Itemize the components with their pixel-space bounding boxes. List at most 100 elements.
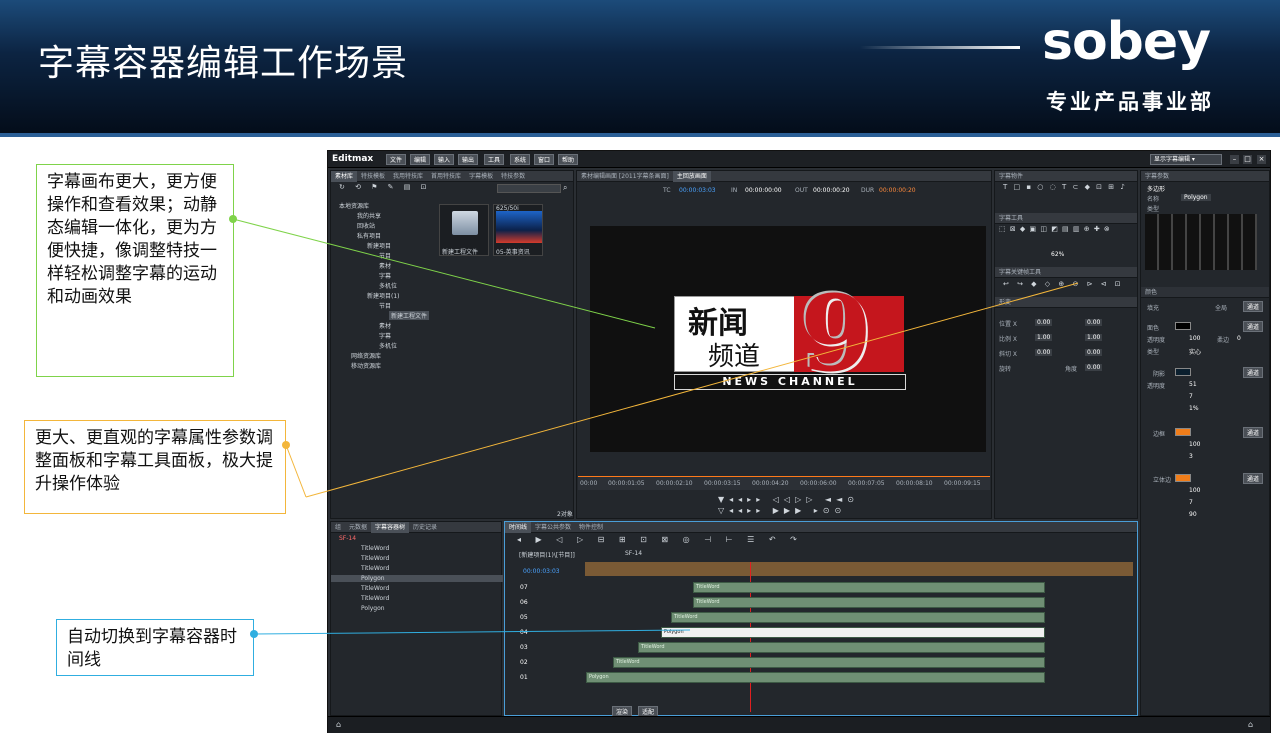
edge-color-swatch[interactable] bbox=[1175, 428, 1191, 436]
home-icon[interactable]: ⌂ bbox=[336, 720, 341, 729]
home-icon-right[interactable]: ⌂ bbox=[1248, 720, 1253, 729]
tab-timeline[interactable]: 时间线 bbox=[505, 522, 532, 533]
prop-value[interactable]: 1.00 bbox=[1085, 334, 1103, 341]
tree-item[interactable]: 回收站 bbox=[357, 221, 375, 230]
tree-item[interactable]: 网络资源库 bbox=[351, 351, 381, 360]
tree-item[interactable]: 节目 bbox=[379, 301, 391, 310]
prop-value[interactable]: 1.00 bbox=[1035, 334, 1053, 341]
tab-metadata[interactable]: 元数据 bbox=[345, 522, 371, 533]
prop-value[interactable]: 0.00 bbox=[1085, 364, 1103, 371]
layer-item[interactable]: TitleWord bbox=[361, 595, 389, 602]
menu-output[interactable]: 输出 bbox=[458, 154, 479, 165]
tab-source-viewer[interactable]: 素材编辑画面 [2011字幕条画面] bbox=[577, 171, 673, 182]
restore-icon[interactable]: □ bbox=[1243, 155, 1252, 164]
tree-item[interactable]: 字幕 bbox=[379, 271, 391, 280]
tree-item[interactable]: 多机位 bbox=[379, 341, 397, 350]
prop-value[interactable]: 0.00 bbox=[1085, 319, 1103, 326]
search-icon[interactable]: ⌕ bbox=[563, 183, 567, 193]
layer-root[interactable]: SF-14 bbox=[339, 535, 356, 542]
thumb-news-clip[interactable]: 625/50i 05-英事资讯 bbox=[493, 204, 543, 256]
seq-tab[interactable]: [新建项目(1)\[节目]] bbox=[519, 550, 575, 559]
shape-presets-grid[interactable] bbox=[1145, 214, 1257, 270]
clip-titleword[interactable]: TitleWord bbox=[613, 657, 1045, 668]
solid-width-value[interactable]: 7 bbox=[1189, 499, 1193, 506]
shadow-mat-value[interactable]: 1% bbox=[1189, 405, 1199, 412]
shadow-dist-value[interactable]: 7 bbox=[1189, 393, 1193, 400]
tree-item[interactable]: 节目 bbox=[379, 251, 391, 260]
thumb-project-file[interactable]: 新建工程文件 bbox=[439, 204, 489, 256]
news-channel-graphic[interactable]: 新闻 频道 9 NEWS CHANNEL bbox=[674, 272, 906, 398]
shadow-trans-value[interactable]: 51 bbox=[1189, 381, 1197, 388]
menu-help[interactable]: 帮助 bbox=[558, 154, 579, 165]
prop-value[interactable]: 0.00 bbox=[1035, 319, 1053, 326]
layer-item[interactable]: TitleWord bbox=[361, 585, 389, 592]
clip-polygon-selected[interactable]: Polygon bbox=[661, 627, 1045, 638]
apply-button[interactable]: 通道 bbox=[1243, 473, 1264, 484]
clip-titleword[interactable]: TitleWord bbox=[638, 642, 1045, 653]
tree-item[interactable]: 字幕 bbox=[379, 331, 391, 340]
prop-value[interactable]: 0.00 bbox=[1035, 349, 1053, 356]
transport-controls-2[interactable]: ▽◂◂▸▸ ▶▶▶ ▸⊙⊙ bbox=[718, 506, 846, 515]
face-color-swatch[interactable] bbox=[1175, 322, 1191, 330]
trans-value[interactable]: 100 bbox=[1189, 335, 1200, 342]
kind-value[interactable]: 实心 bbox=[1189, 347, 1201, 356]
tree-item[interactable]: 移动资源库 bbox=[351, 361, 381, 370]
menu-file[interactable]: 文件 bbox=[386, 154, 407, 165]
solid-angle-value[interactable]: 90 bbox=[1189, 511, 1197, 518]
tab-common-effects[interactable]: 首用特技库 bbox=[427, 171, 465, 182]
name-field[interactable]: Polygon bbox=[1181, 194, 1211, 201]
tree-item[interactable]: 私有项目 bbox=[357, 231, 381, 240]
tab-master-viewer[interactable]: 主回放画面 bbox=[672, 171, 711, 182]
edge-trans-value[interactable]: 100 bbox=[1189, 441, 1200, 448]
tab-title-template[interactable]: 字幕模板 bbox=[465, 171, 497, 182]
shadow-color-swatch[interactable] bbox=[1175, 368, 1191, 376]
tab-effect-template[interactable]: 特技模板 bbox=[357, 171, 389, 182]
minimize-icon[interactable]: – bbox=[1230, 155, 1239, 164]
news-subtitle-bar[interactable]: NEWS CHANNEL bbox=[674, 374, 906, 390]
object-tools[interactable]: T □ ▪ ○ ◌ T ⊂ ◆ ⊡ ⊞ ♪ bbox=[1003, 183, 1127, 191]
menu-tools[interactable]: 工具 bbox=[484, 154, 505, 165]
keyframe-tools[interactable]: ↩ ↪ ◆ ◇ ⊕ ⊖ ⊳ ⊲ ⊡ bbox=[1003, 280, 1124, 288]
toolbar-icons[interactable]: ↻ ⟲ ⚑ ✎ ▤ ⊡ bbox=[339, 183, 430, 191]
solid-color-swatch[interactable] bbox=[1175, 474, 1191, 482]
tree-item[interactable]: 素材 bbox=[379, 321, 391, 330]
menu-edit[interactable]: 编辑 bbox=[410, 154, 431, 165]
tool-icons[interactable]: ⬚ ⊠ ◆ ▣ ◫ ◩ ▤ ▥ ⊕ ✚ ⊗ bbox=[999, 225, 1111, 233]
edge-width-value[interactable]: 3 bbox=[1189, 453, 1193, 460]
tree-item[interactable]: 素材 bbox=[379, 261, 391, 270]
tree-item[interactable]: 多机位 bbox=[379, 281, 397, 290]
menu-window[interactable]: 窗口 bbox=[534, 154, 555, 165]
apply-button[interactable]: 通道 bbox=[1243, 301, 1264, 312]
tree-item[interactable]: 本地资源库 bbox=[339, 201, 369, 210]
tree-item[interactable]: 新建项目(1) bbox=[367, 291, 400, 300]
apply-button[interactable]: 通道 bbox=[1243, 321, 1264, 332]
tab-my-effects[interactable]: 我用特技库 bbox=[389, 171, 427, 182]
tab-material[interactable]: 素材库 bbox=[331, 171, 358, 182]
apply-button[interactable]: 通道 bbox=[1243, 367, 1264, 378]
layer-item[interactable]: TitleWord bbox=[361, 545, 389, 552]
layer-item[interactable]: Polygon bbox=[361, 605, 385, 612]
timeline-ruler[interactable] bbox=[585, 562, 1133, 576]
menu-system[interactable]: 系统 bbox=[510, 154, 531, 165]
seq-tab[interactable]: SF-14 bbox=[625, 550, 642, 557]
timeline-tools[interactable]: ◂ ▶ ◁ ▷ ⊟ ⊞ ⊡ ⊠ ◎ ⊣ ⊢ ☰ ↶ ↷ bbox=[517, 535, 803, 544]
tree-item-selected[interactable]: 新建工程文件 bbox=[389, 311, 430, 320]
resource-search-input[interactable] bbox=[497, 184, 561, 193]
workspace-select[interactable]: 显示字幕编辑 ▾ bbox=[1150, 154, 1222, 165]
title-canvas[interactable]: 新闻 频道 9 NEWS CHANNEL bbox=[590, 226, 986, 452]
clip-titleword[interactable]: TitleWord bbox=[693, 597, 1045, 608]
tab-common-params[interactable]: 字幕公共参数 bbox=[531, 522, 575, 533]
close-icon[interactable]: × bbox=[1257, 155, 1266, 164]
clip-polygon[interactable]: Polygon bbox=[586, 672, 1045, 683]
tree-item[interactable]: 我的共享 bbox=[357, 211, 381, 220]
menu-input[interactable]: 输入 bbox=[434, 154, 455, 165]
apply-button[interactable]: 通道 bbox=[1243, 427, 1264, 438]
soft-value[interactable]: 0 bbox=[1237, 335, 1241, 342]
tab-object-control[interactable]: 物件控制 bbox=[575, 522, 607, 533]
transport-controls[interactable]: ▼◂◂▸▸ ◁◁▷▷ ◄◄⊙ bbox=[718, 495, 859, 504]
tree-item[interactable]: 新建项目 bbox=[367, 241, 391, 250]
tab-history[interactable]: 历史记录 bbox=[409, 522, 441, 533]
tab-effect-params[interactable]: 特技参数 bbox=[497, 171, 529, 182]
prop-value[interactable]: 0.00 bbox=[1085, 349, 1103, 356]
layer-item-selected[interactable]: Polygon bbox=[331, 575, 503, 582]
